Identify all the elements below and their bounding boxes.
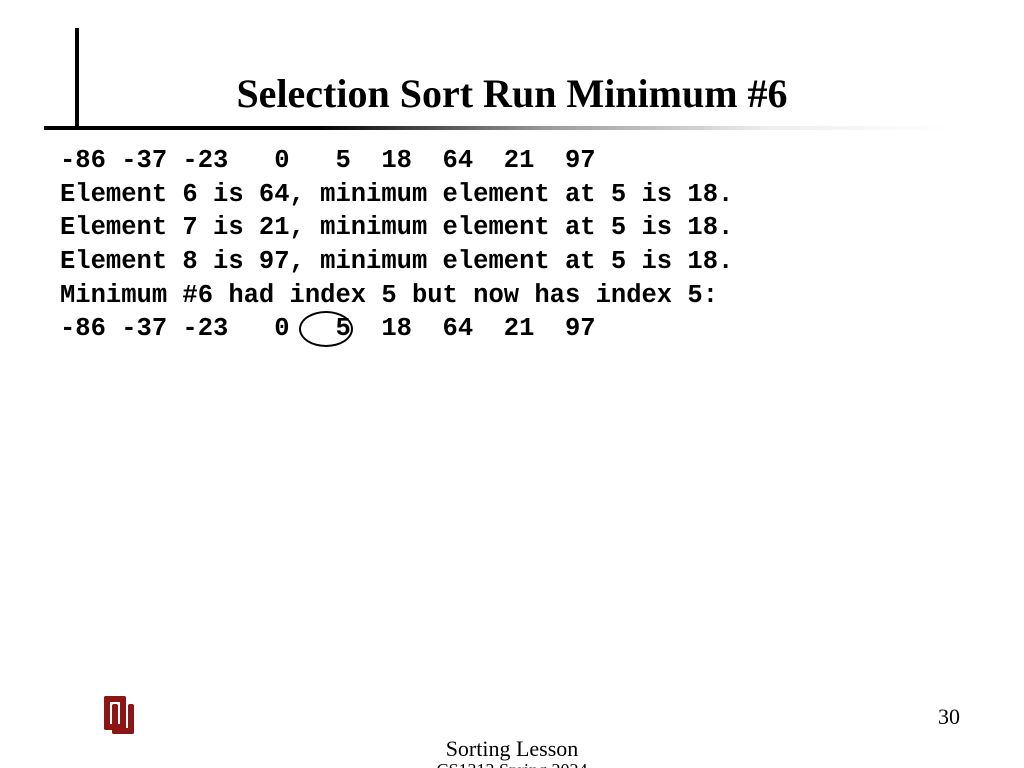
body-line: Minimum #6 had index 5 but now has index… <box>60 281 718 310</box>
slide-title: Selection Sort Run Minimum #6 <box>0 70 1024 117</box>
body-line: Element 8 is 97, minimum element at 5 is… <box>60 247 733 276</box>
body-line: -86 -37 -23 0 5 18 64 21 97 <box>60 146 596 175</box>
body-line: Element 6 is 64, minimum element at 5 is… <box>60 180 733 209</box>
body-line: Element 7 is 21, minimum element at 5 is… <box>60 213 733 242</box>
slide: Selection Sort Run Minimum #6 -86 -37 -2… <box>0 0 1024 768</box>
title-divider-horizontal <box>44 126 954 130</box>
slide-body: -86 -37 -23 0 5 18 64 21 97 Element 6 is… <box>60 144 733 346</box>
footer-course: CS1313 Spring 2024 <box>0 760 1024 768</box>
highlight-circle-icon <box>299 311 353 347</box>
page-number: 30 <box>938 704 960 730</box>
footer-lesson: Sorting Lesson <box>0 736 1024 762</box>
ou-logo-icon <box>100 694 140 738</box>
